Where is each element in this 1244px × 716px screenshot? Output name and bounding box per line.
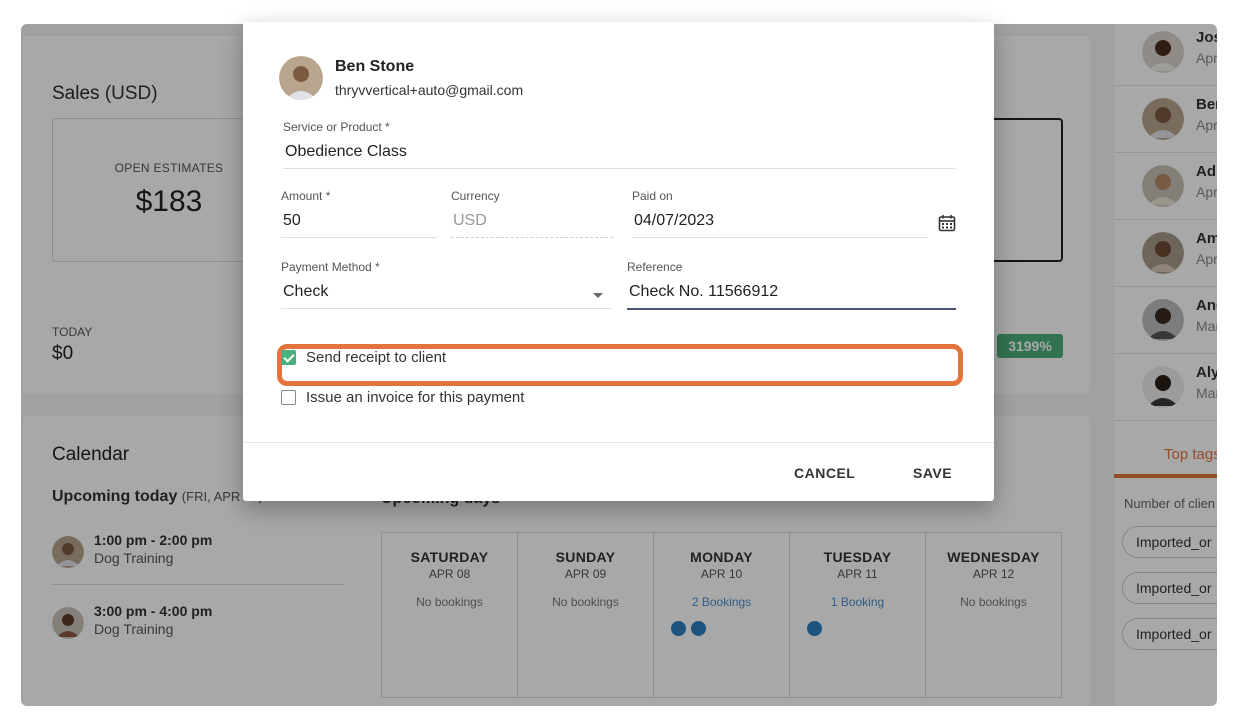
- client-avatar: [279, 56, 323, 100]
- reference-input[interactable]: Check No. 11566912: [627, 283, 956, 310]
- chevron-down-icon[interactable]: [593, 293, 603, 298]
- send-receipt-label[interactable]: Send receipt to client: [306, 349, 446, 366]
- paid-on-field[interactable]: Paid on 04/07/2023: [632, 189, 928, 238]
- client-name: Ben Stone: [335, 58, 415, 75]
- amount-input[interactable]: 50: [281, 212, 437, 238]
- service-product-field[interactable]: Service or Product * Obedience Class: [283, 120, 956, 169]
- amount-field[interactable]: Amount * 50: [281, 189, 437, 238]
- payment-method-select[interactable]: Payment Method * Check: [281, 260, 611, 309]
- cancel-button[interactable]: CANCEL: [794, 465, 855, 481]
- client-email: thryvvertical+auto@gmail.com: [335, 82, 524, 98]
- currency-label: Currency: [451, 189, 500, 203]
- service-product-input[interactable]: Obedience Class: [283, 143, 956, 169]
- payment-method-value[interactable]: Check: [281, 283, 611, 309]
- send-receipt-checkbox[interactable]: [281, 350, 296, 365]
- save-button[interactable]: SAVE: [913, 465, 952, 481]
- service-product-label: Service or Product *: [283, 120, 390, 134]
- issue-invoice-checkbox[interactable]: [281, 390, 296, 405]
- reference-field[interactable]: Reference Check No. 11566912: [627, 260, 956, 310]
- modal-overlay: Ben Stone thryvvertical+auto@gmail.com S…: [0, 0, 1244, 716]
- reference-label: Reference: [627, 260, 683, 274]
- calendar-icon[interactable]: [938, 214, 956, 232]
- payment-method-label: Payment Method *: [281, 260, 380, 274]
- currency-input: USD: [451, 212, 613, 238]
- issue-invoice-label[interactable]: Issue an invoice for this payment: [306, 389, 524, 406]
- amount-label: Amount *: [281, 189, 331, 203]
- paid-on-label: Paid on: [632, 189, 673, 203]
- currency-field: Currency USD: [451, 189, 613, 238]
- paid-on-input[interactable]: 04/07/2023: [632, 212, 928, 238]
- record-payment-dialog: Ben Stone thryvvertical+auto@gmail.com S…: [243, 22, 994, 501]
- dialog-footer-divider: [243, 442, 994, 443]
